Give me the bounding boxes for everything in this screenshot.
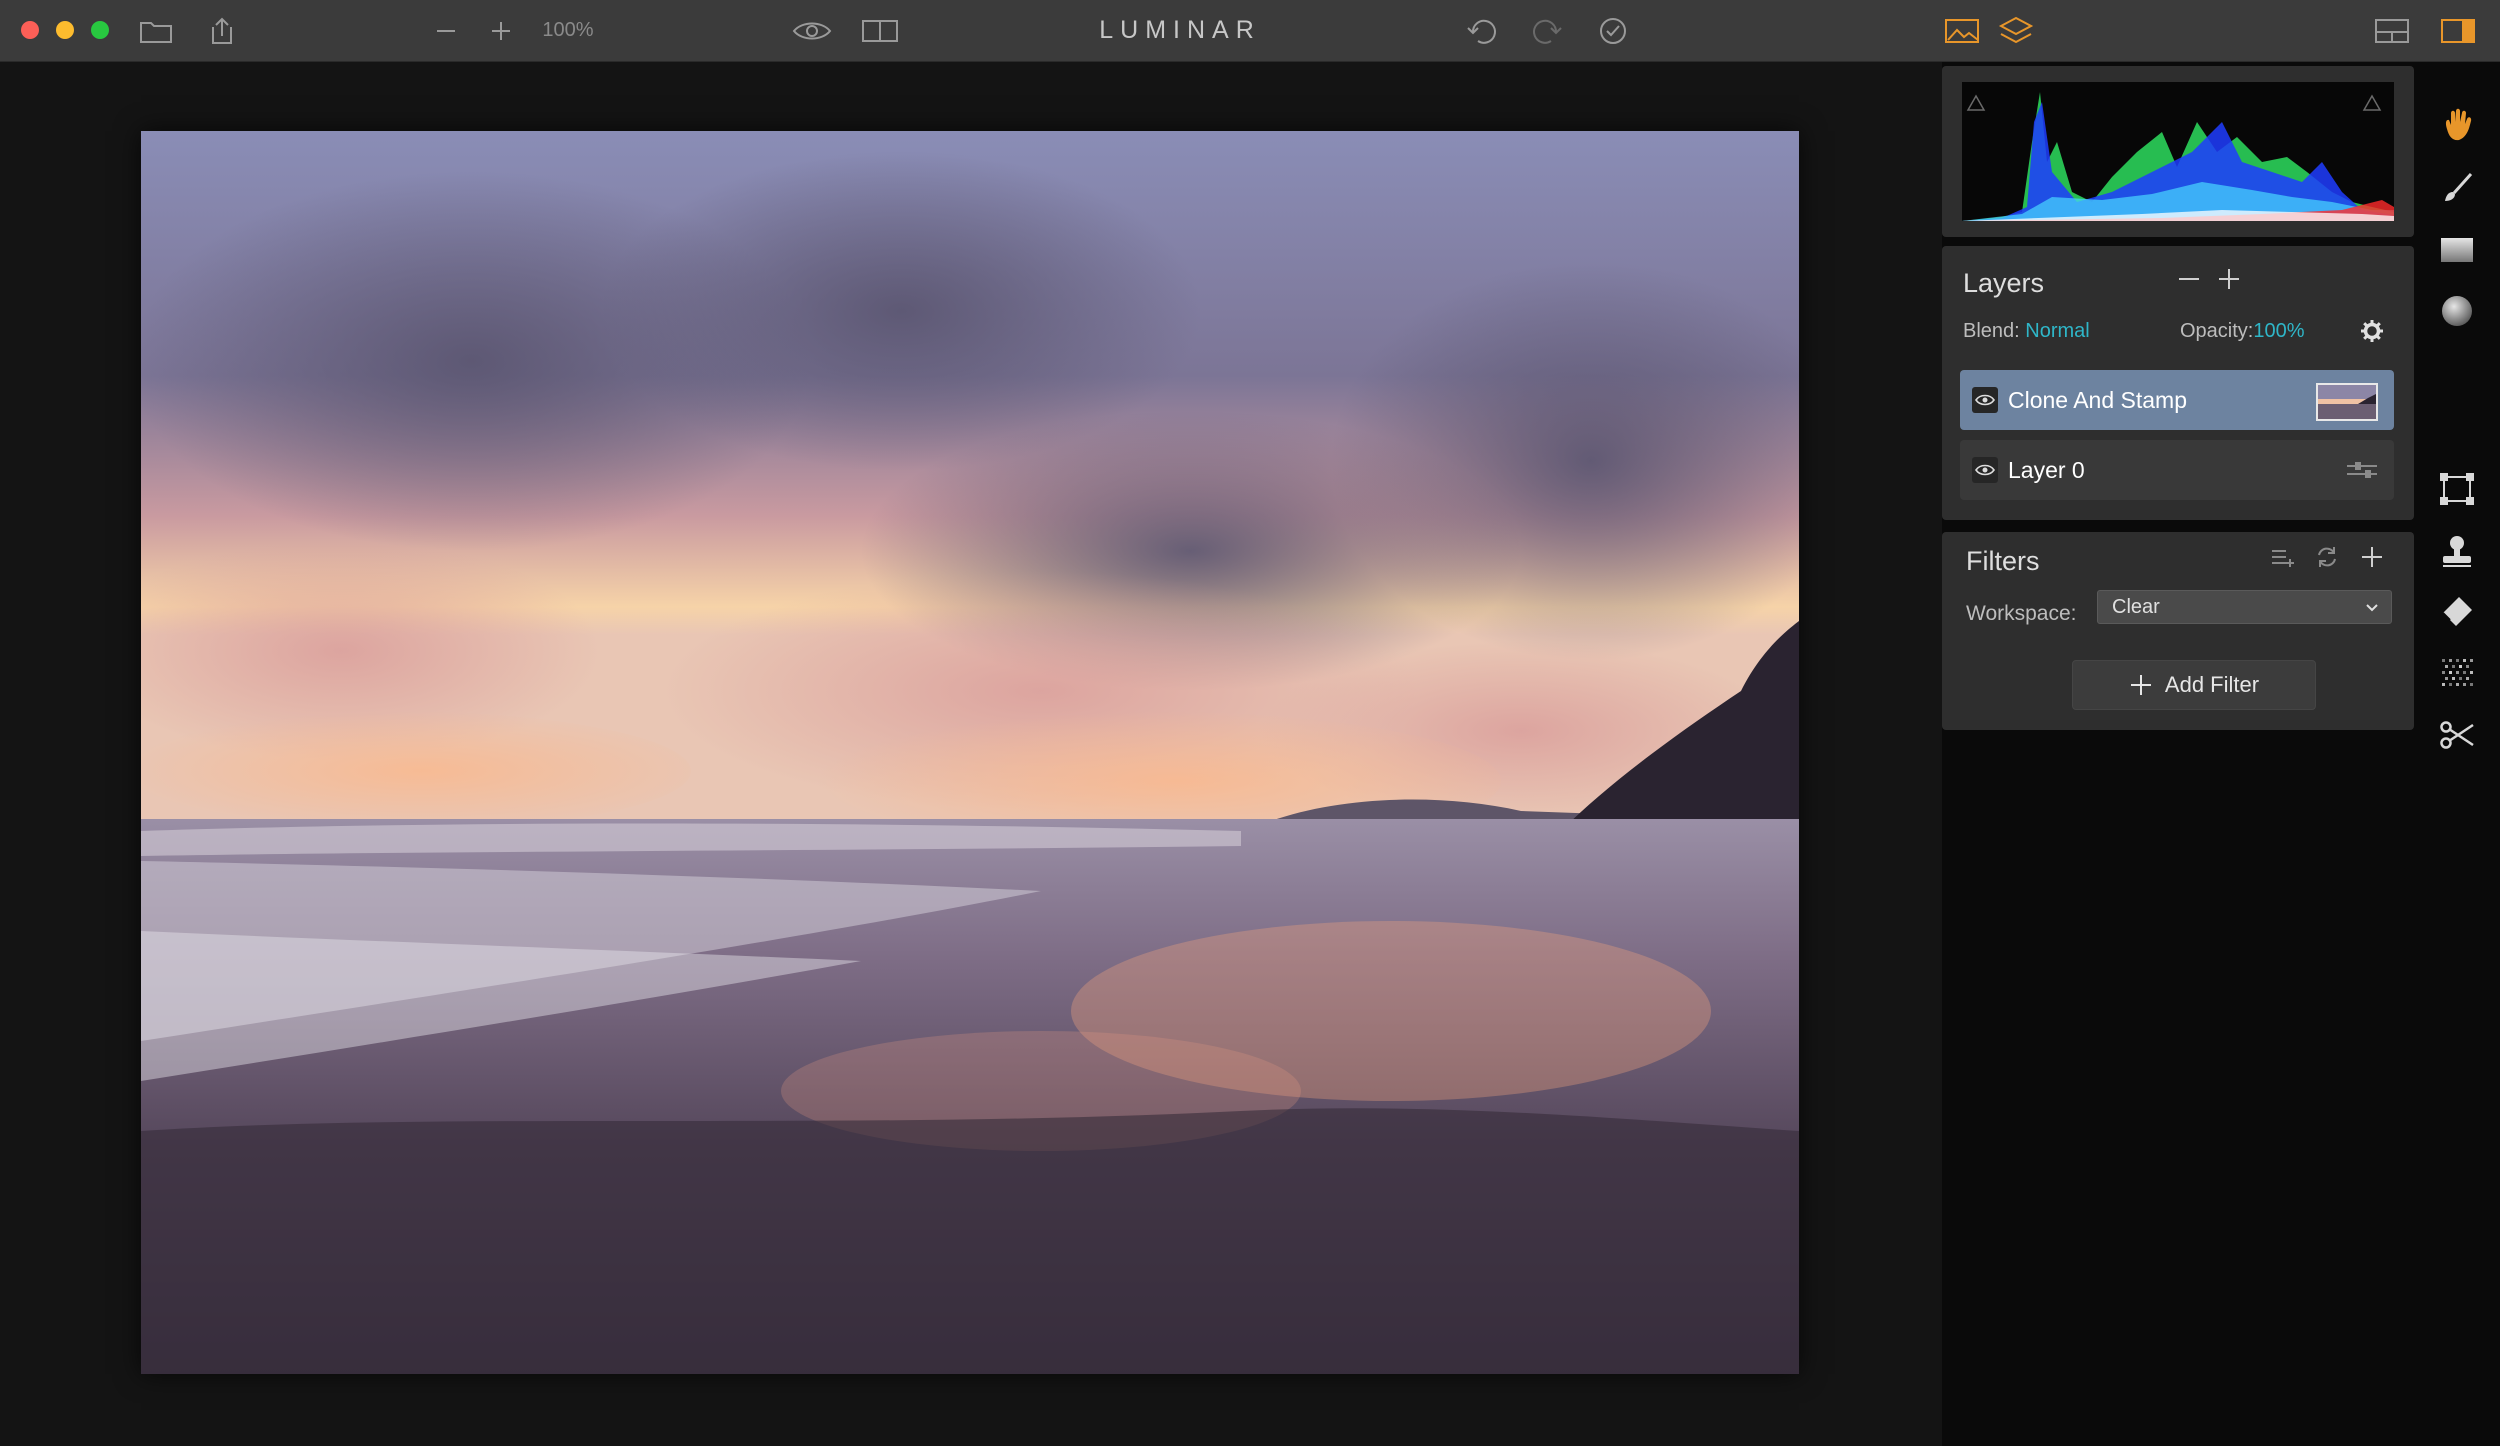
zoom-out-icon[interactable]: [432, 0, 460, 61]
right-panel: Layers Blend: Normal Opacity:100% Clone …: [1942, 62, 2414, 1446]
plus-icon: [2130, 675, 2151, 695]
layer-thumbnail: [2316, 383, 2378, 421]
workspace-label: Workspace:: [1966, 602, 2077, 625]
opacity-label: Opacity:: [2180, 320, 2254, 342]
shadow-clipping-icon: [1966, 94, 1986, 111]
image-view-icon[interactable]: [1942, 0, 1982, 61]
share-icon[interactable]: [206, 0, 238, 61]
highlight-clipping-icon: [2362, 94, 2382, 111]
filter-list-icon: [2272, 550, 2294, 567]
top-toolbar: 100% LUMINAR: [0, 0, 2500, 62]
blend-label: Blend:: [1963, 320, 2020, 342]
add-filter-button[interactable]: Add Filter: [2072, 660, 2316, 710]
remove-layer-button[interactable]: [2170, 260, 2208, 298]
window-maximize-dot[interactable]: [91, 21, 109, 39]
filters-panel: Filters Workspace: Clear Add Filter: [1942, 532, 2414, 730]
refresh-filters-button[interactable]: [2308, 538, 2346, 576]
photo-beach-sunset[interactable]: [141, 131, 1799, 1374]
opacity-row: Opacity:100%: [2180, 320, 2305, 343]
plus-icon: [2219, 269, 2239, 289]
layer-visibility-toggle[interactable]: [1972, 387, 1998, 413]
histogram: [1962, 82, 2394, 221]
side-panel-icon[interactable]: [2438, 0, 2478, 61]
eye-icon: [1975, 394, 1995, 406]
check-history-icon[interactable]: [1595, 0, 1631, 61]
opacity-value[interactable]: 100%: [2253, 320, 2304, 342]
layers-view-icon[interactable]: [1996, 0, 2036, 61]
gear-icon: [2361, 320, 2383, 342]
blend-row: Blend: Normal: [1963, 320, 2090, 343]
add-layer-button[interactable]: [2210, 260, 2248, 298]
workspace-value: Clear: [2112, 595, 2160, 618]
transform-icon[interactable]: [2437, 469, 2477, 509]
layers-panel: Layers Blend: Normal Opacity:100% Clone …: [1942, 246, 2414, 520]
redo-icon[interactable]: [1529, 0, 1565, 61]
window-minimize-dot[interactable]: [56, 21, 74, 39]
blend-mode-value[interactable]: Normal: [2025, 320, 2089, 342]
eraser-icon[interactable]: [2437, 592, 2477, 632]
layer-name: Clone And Stamp: [2008, 386, 2188, 413]
undo-icon[interactable]: [1464, 0, 1500, 61]
tool-strip: [2414, 62, 2500, 1446]
zoom-in-icon[interactable]: [487, 0, 515, 61]
refresh-icon: [2318, 547, 2336, 567]
add-filter-plus-button[interactable]: [2353, 538, 2391, 576]
chevron-down-icon: [2366, 604, 2378, 612]
minus-icon: [2179, 278, 2199, 280]
layer-item-clone-and-stamp[interactable]: Clone And Stamp: [1960, 370, 2394, 430]
layer-name: Layer 0: [2008, 456, 2085, 483]
plus-icon: [2362, 547, 2382, 567]
layer-visibility-toggle[interactable]: [1972, 457, 1998, 483]
noise-icon[interactable]: [2437, 654, 2477, 694]
compare-icon[interactable]: [860, 0, 900, 61]
sliders-icon: [2347, 462, 2377, 478]
add-filter-label: Add Filter: [2164, 672, 2260, 697]
radial-icon[interactable]: [2437, 291, 2477, 331]
layers-title: Layers: [1963, 268, 2045, 298]
folder-icon[interactable]: [138, 0, 174, 61]
brush-icon[interactable]: [2437, 168, 2477, 208]
layer-adjust-button[interactable]: [2344, 454, 2380, 486]
workspace-select[interactable]: Clear: [2097, 590, 2392, 624]
zoom-level-text: 100%: [542, 19, 594, 41]
layout-icon[interactable]: [2372, 0, 2412, 61]
eye-icon: [1975, 464, 1995, 476]
image-canvas[interactable]: [0, 62, 1942, 1446]
hand-icon[interactable]: [2437, 105, 2477, 145]
filter-list-button[interactable]: [2264, 538, 2302, 576]
app-title: LUMINAR: [1099, 16, 1261, 44]
clone-stamp-icon[interactable]: [2437, 531, 2477, 571]
window-close-dot[interactable]: [21, 21, 39, 39]
histogram-panel: [1942, 66, 2414, 237]
eye-icon[interactable]: [790, 0, 834, 61]
filters-title: Filters: [1966, 546, 2040, 576]
layer-settings-button[interactable]: [2353, 312, 2391, 350]
gradient-icon[interactable]: [2437, 230, 2477, 270]
zoom-level[interactable]: 100%: [538, 0, 598, 61]
layer-item-layer-0[interactable]: Layer 0: [1960, 440, 2394, 500]
crop-icon[interactable]: [2437, 715, 2477, 755]
